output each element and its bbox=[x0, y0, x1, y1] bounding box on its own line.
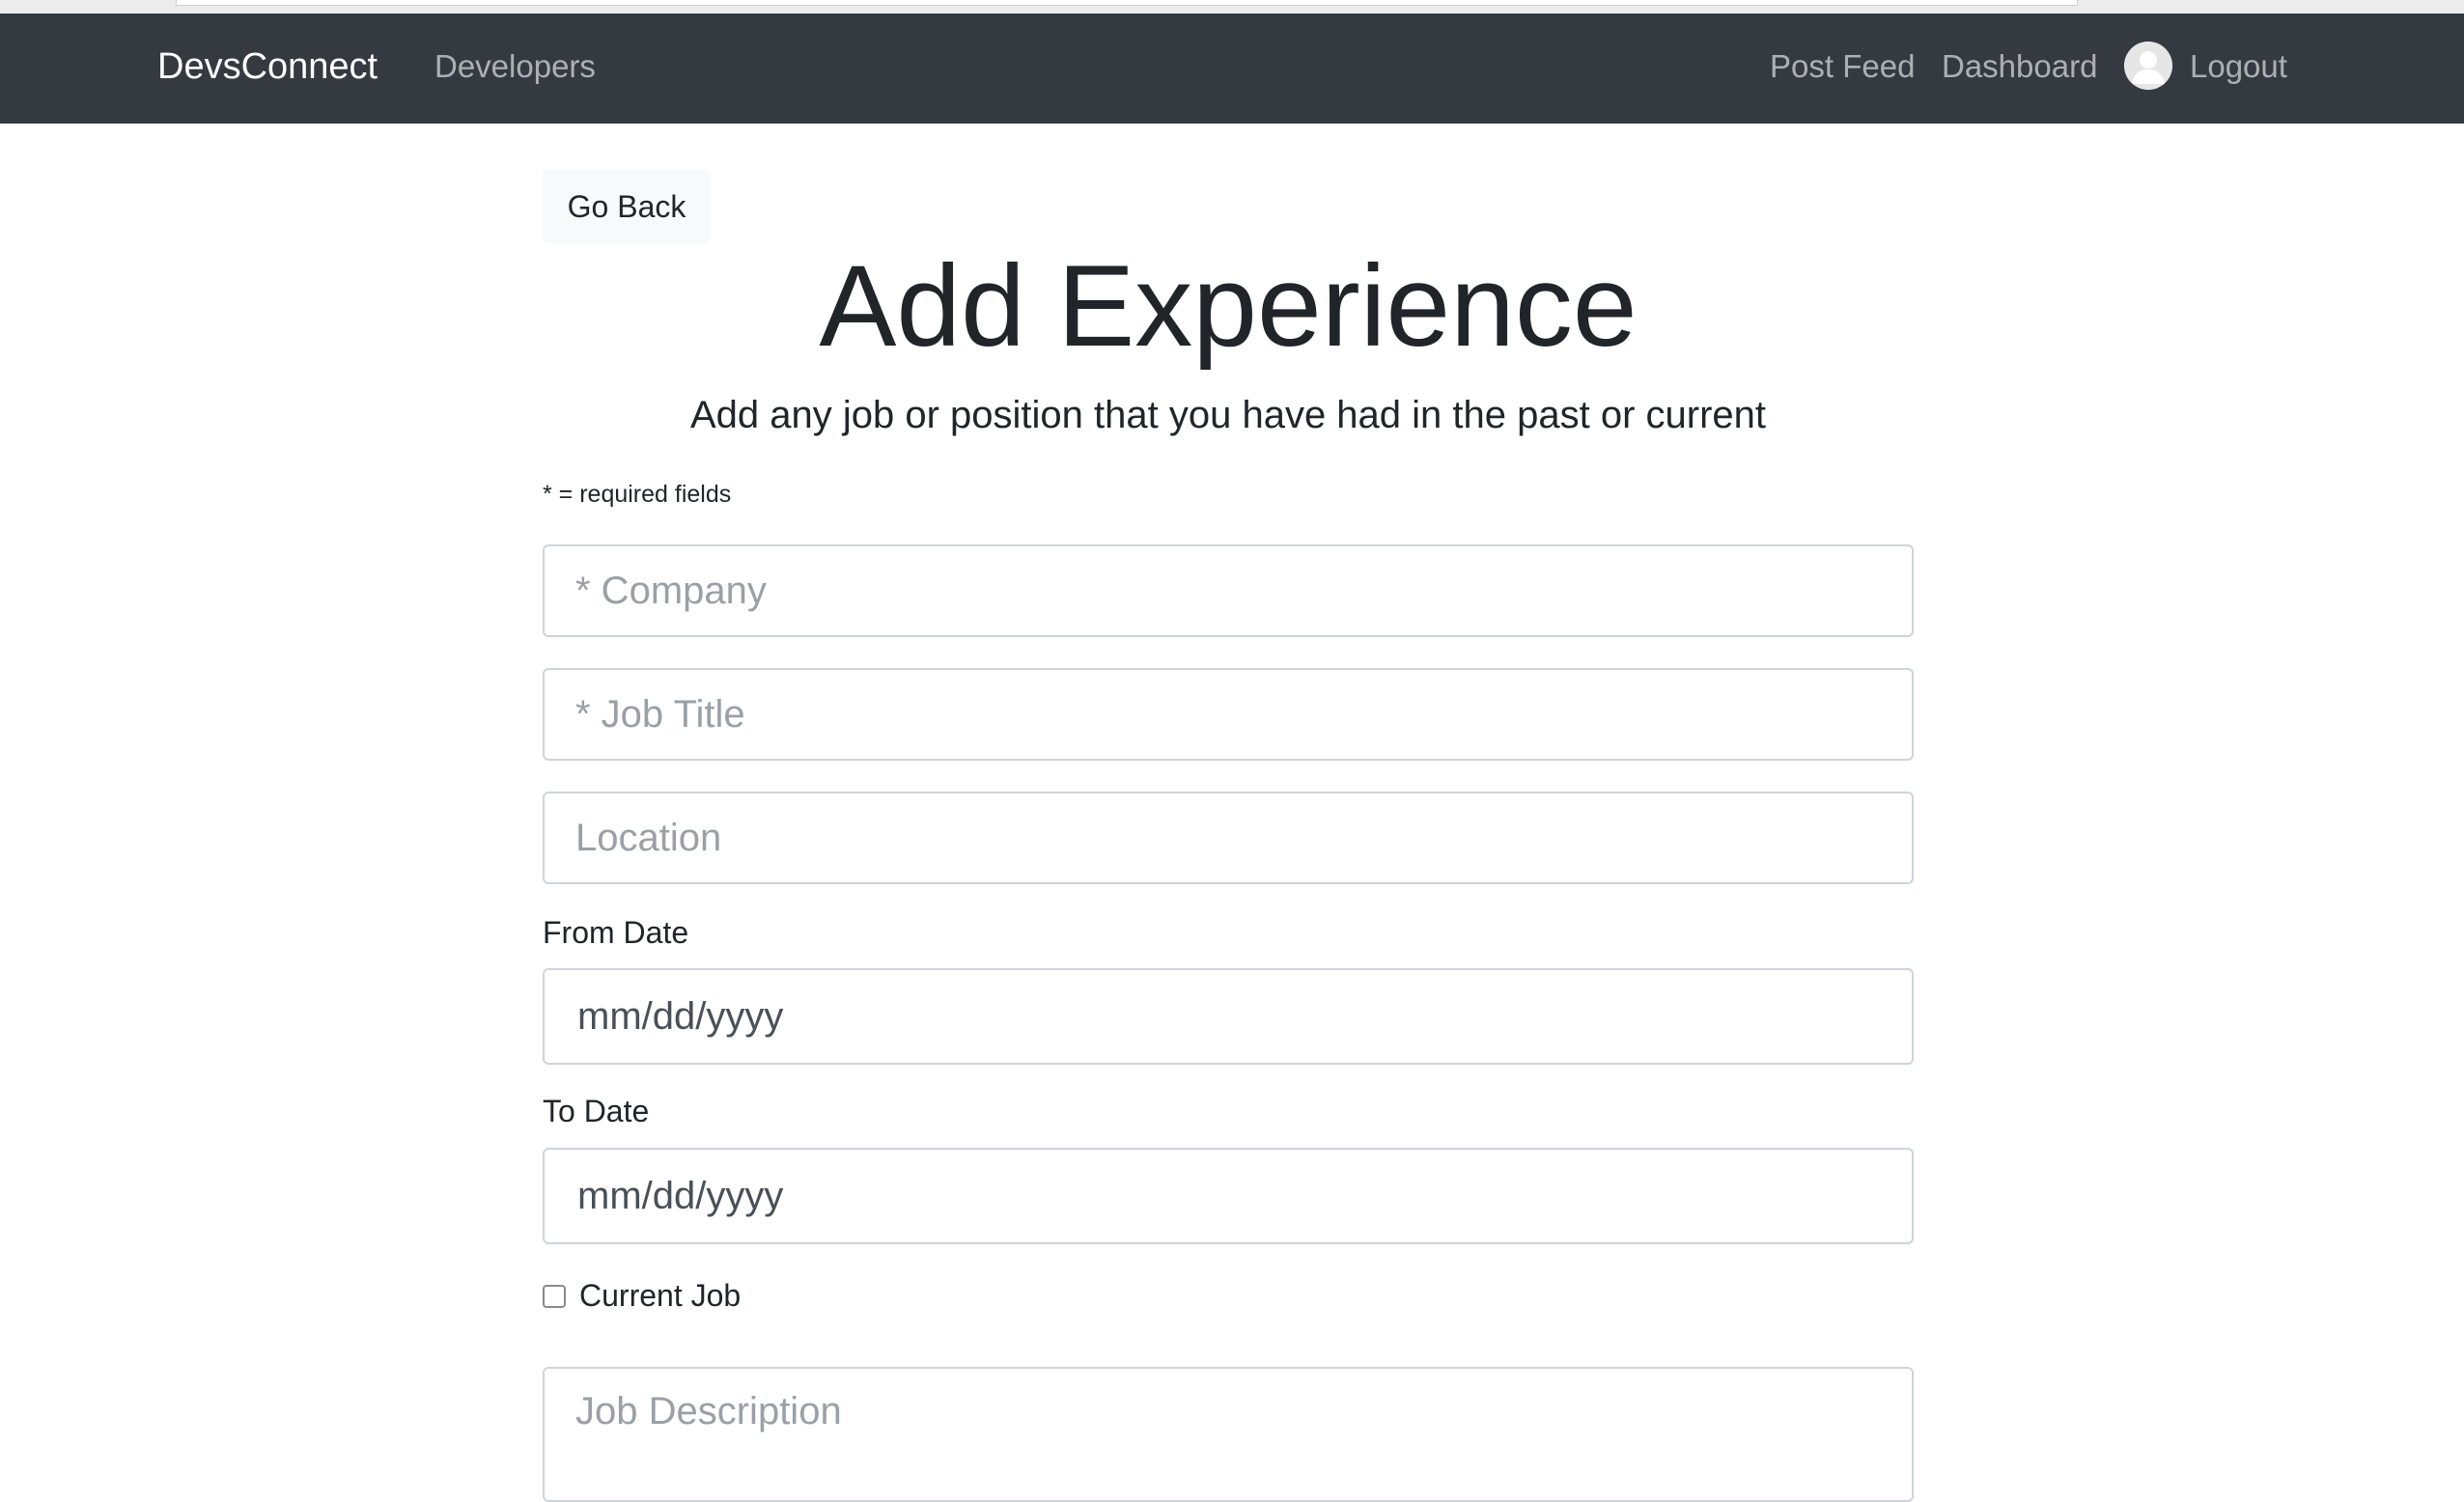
from-date-input[interactable]: mm/dd/yyyy bbox=[543, 968, 1914, 1065]
to-date-value: mm/dd/yyyy bbox=[577, 1174, 784, 1217]
user-avatar-icon[interactable] bbox=[2124, 42, 2172, 90]
to-date-input[interactable]: mm/dd/yyyy bbox=[543, 1148, 1914, 1244]
to-date-label: To Date bbox=[543, 1094, 650, 1128]
go-back-button[interactable]: Go Back bbox=[543, 170, 711, 243]
current-job-checkbox[interactable] bbox=[543, 1284, 566, 1308]
page-title: Add Experience bbox=[819, 241, 1638, 371]
location-input[interactable] bbox=[543, 792, 1914, 884]
page-lead-text: Add any job or position that you have ha… bbox=[689, 394, 1767, 436]
nav-link-post-feed[interactable]: Post Feed bbox=[1770, 48, 1915, 85]
job-description-textarea[interactable] bbox=[543, 1367, 1914, 1502]
from-date-value: mm/dd/yyyy bbox=[577, 994, 784, 1038]
from-date-label: From Date bbox=[543, 915, 689, 950]
nav-link-developers[interactable]: Developers bbox=[434, 48, 596, 85]
company-input[interactable] bbox=[543, 544, 1914, 637]
browser-top-strip bbox=[0, 0, 2464, 14]
current-job-label[interactable]: Current Job bbox=[579, 1278, 741, 1314]
required-fields-note: * = required fields bbox=[543, 481, 732, 508]
top-navbar: DevsConnect Developers Post Feed Dashboa… bbox=[0, 14, 2464, 124]
nav-link-logout[interactable]: Logout bbox=[2190, 48, 2287, 85]
nav-link-dashboard[interactable]: Dashboard bbox=[1942, 48, 2097, 85]
current-job-row: Current Job bbox=[543, 1278, 741, 1314]
job-title-input[interactable] bbox=[543, 668, 1914, 761]
browser-address-bar[interactable] bbox=[176, 0, 2078, 6]
brand-logo-link[interactable]: DevsConnect bbox=[157, 46, 378, 88]
